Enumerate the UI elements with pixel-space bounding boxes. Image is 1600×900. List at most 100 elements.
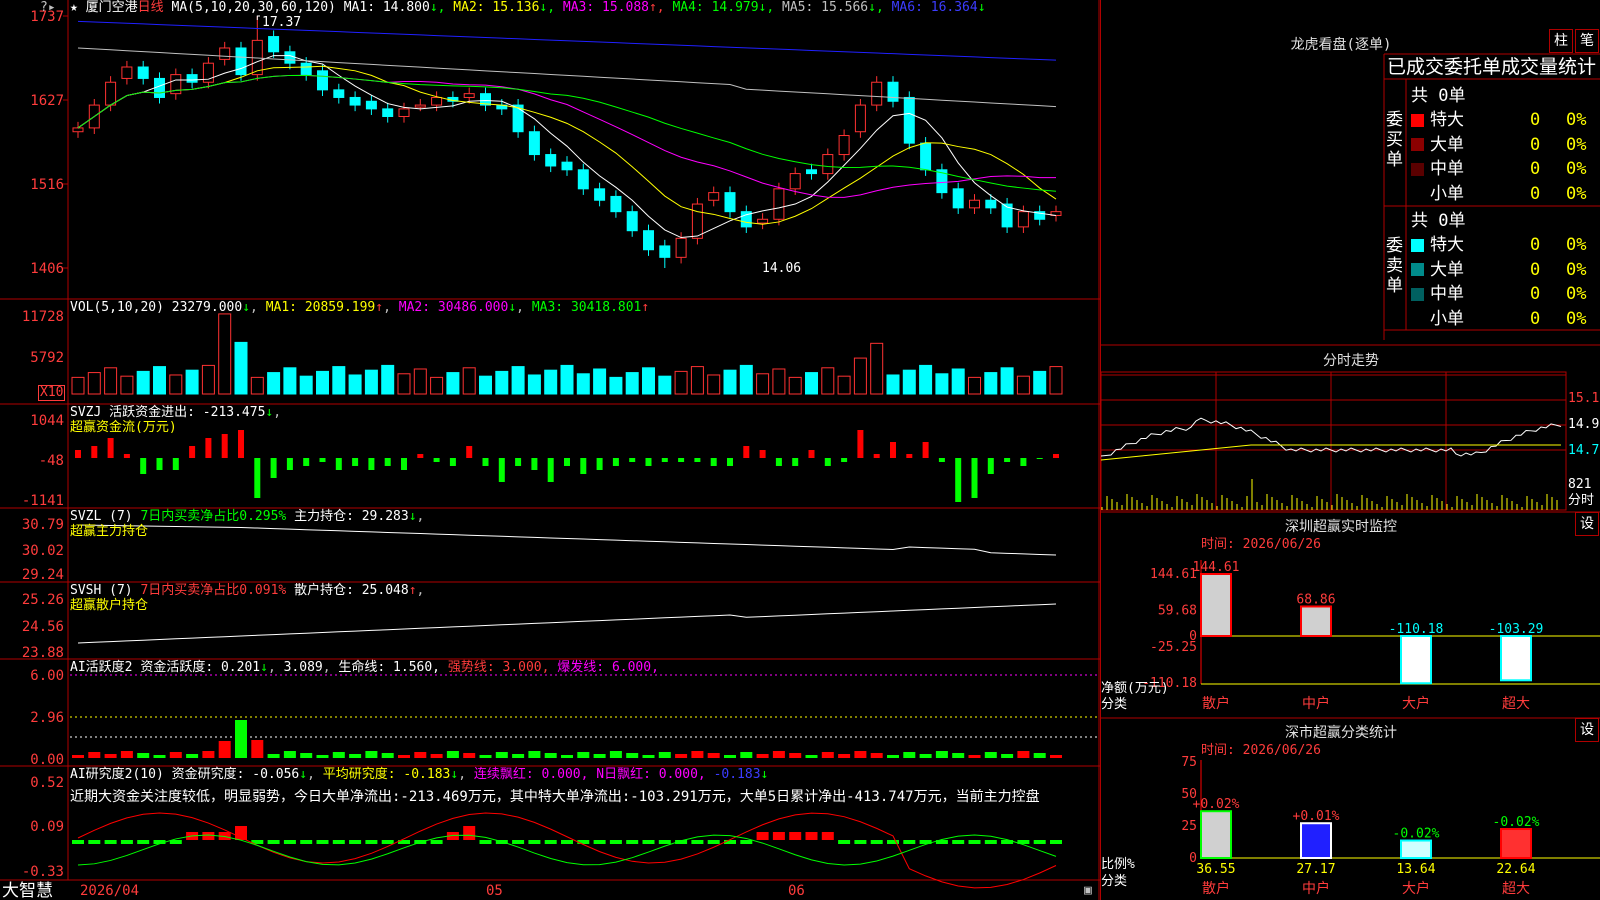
candle-body bbox=[854, 104, 866, 133]
fund-flow-bar bbox=[906, 454, 913, 458]
fund-flow-bar bbox=[156, 458, 163, 470]
research-bar bbox=[104, 840, 117, 844]
fund-flow-bar bbox=[189, 446, 196, 458]
volume-bar bbox=[495, 370, 509, 395]
chart-area[interactable] bbox=[0, 0, 1100, 900]
activity-bar bbox=[887, 755, 899, 758]
ai1-y-label-1: 2.96 bbox=[30, 710, 64, 726]
activity-bar bbox=[691, 751, 704, 758]
research-bar bbox=[805, 832, 818, 840]
research-bar bbox=[72, 840, 84, 844]
ai2-y-label-1: 0.09 bbox=[30, 819, 64, 835]
volume-bar bbox=[364, 369, 378, 395]
classify-change-label: -0.02% bbox=[1393, 827, 1440, 842]
candle-body bbox=[284, 51, 296, 64]
activity-bar bbox=[919, 754, 932, 758]
candle-body bbox=[610, 195, 622, 213]
activity-bar bbox=[267, 754, 280, 758]
activity-bar bbox=[789, 753, 802, 758]
research-bar bbox=[642, 840, 655, 844]
candle-body bbox=[121, 66, 133, 79]
vol-y-label-1: 5792 bbox=[30, 350, 64, 366]
activity-bar bbox=[561, 755, 573, 758]
research-bar bbox=[544, 840, 557, 844]
fund-flow-bar bbox=[759, 450, 766, 458]
fund-flow-bar bbox=[352, 458, 359, 466]
fund-flow-bar bbox=[433, 458, 440, 462]
candle-body bbox=[545, 154, 557, 167]
ai2-nred: N日飘红: 0.000, bbox=[596, 767, 706, 782]
activity-bar bbox=[398, 755, 410, 758]
candle-body bbox=[626, 211, 638, 232]
research-bar bbox=[854, 840, 867, 844]
svsh-text1: 7日内买卖净占比0.091% bbox=[140, 583, 287, 598]
research-bar bbox=[479, 840, 492, 844]
fund-flow-bar bbox=[107, 438, 114, 458]
volume-bar bbox=[299, 375, 313, 395]
fund-flow-bar bbox=[710, 458, 717, 466]
fund-flow-bar bbox=[580, 458, 587, 474]
fund-flow-bar bbox=[319, 458, 326, 462]
svzl-text2: 主力持仓: 29.283 bbox=[294, 509, 409, 524]
fund-flow-bar bbox=[515, 458, 522, 466]
ai1-y-label-0: 6.00 bbox=[30, 668, 64, 684]
research-bar bbox=[267, 840, 280, 844]
svzj-y-label-0: 1044 bbox=[30, 413, 64, 429]
candle-body bbox=[822, 154, 834, 175]
stock-name[interactable]: 厦门空港 bbox=[86, 0, 138, 15]
ai1-strong: 强势线: 3.000, bbox=[447, 660, 550, 675]
candle-body bbox=[969, 199, 980, 209]
low-mark: 14.06 bbox=[762, 261, 802, 276]
period-label[interactable]: 日线 bbox=[138, 0, 164, 15]
activity-bar bbox=[935, 751, 948, 758]
research-bar bbox=[593, 840, 606, 844]
activity-bar bbox=[838, 754, 851, 758]
activity-bar bbox=[414, 752, 427, 758]
fund-flow-bar bbox=[645, 458, 652, 466]
svzj-sub: 超赢资金流(万元) bbox=[70, 420, 177, 435]
activity-bar bbox=[675, 754, 688, 758]
star-icon[interactable]: ★ bbox=[70, 0, 78, 15]
top-left-icons[interactable]: ?▸ bbox=[40, 1, 56, 15]
research-bar bbox=[349, 840, 362, 844]
research-bar bbox=[984, 840, 997, 844]
volume-bar bbox=[902, 369, 916, 395]
ai1-label: AI活跃度2 bbox=[70, 660, 133, 675]
candle-body bbox=[806, 169, 817, 175]
classify-y-label-0: 75 bbox=[1181, 755, 1197, 770]
vol-header: VOL(5,10,20) 23279.000↓, MA1: 20859.199↑… bbox=[70, 300, 650, 315]
candle-body bbox=[887, 81, 899, 102]
classify-change-label: +0.02% bbox=[1193, 797, 1240, 812]
ma-value-3: MA3: 15.088 bbox=[562, 0, 649, 15]
volume-bar bbox=[658, 375, 672, 395]
candle-body bbox=[414, 104, 426, 108]
classify-bar-超大 bbox=[1500, 828, 1532, 860]
activity-bar bbox=[235, 720, 247, 758]
volume-bar bbox=[446, 372, 460, 395]
svsh-y-label-2: 23.88 bbox=[21, 645, 64, 661]
activity-bar bbox=[251, 740, 264, 758]
classify-axis-label-2: 分类 bbox=[1101, 874, 1128, 889]
candle-body bbox=[757, 218, 769, 224]
activity-bar bbox=[1017, 751, 1030, 758]
classify-change-label: -0.02% bbox=[1493, 815, 1540, 830]
candle-body bbox=[985, 199, 997, 209]
candle-body bbox=[871, 81, 883, 106]
main-header: ★ 厦门空港日线 MA(5,10,20,30,60,120) MA1: 14.8… bbox=[70, 1, 986, 15]
volume-bar bbox=[1016, 375, 1030, 395]
volume-bar bbox=[381, 364, 395, 395]
main-chart-svg bbox=[70, 15, 1099, 889]
main-position-line bbox=[77, 524, 1057, 556]
activity-bar bbox=[120, 751, 133, 758]
research-bar bbox=[707, 840, 720, 844]
activity-bar bbox=[952, 753, 965, 758]
classify-category: 超大 bbox=[1502, 881, 1530, 897]
classify-change-label: +0.01% bbox=[1293, 809, 1340, 824]
lock-icon[interactable]: ▣ bbox=[1084, 884, 1092, 898]
activity-bar bbox=[968, 755, 981, 758]
candle-body bbox=[643, 230, 654, 251]
research-bar bbox=[1033, 840, 1046, 844]
vol-y-label-0: 11728 bbox=[21, 309, 64, 325]
volume-bar bbox=[788, 376, 802, 395]
candle-body bbox=[691, 203, 703, 239]
